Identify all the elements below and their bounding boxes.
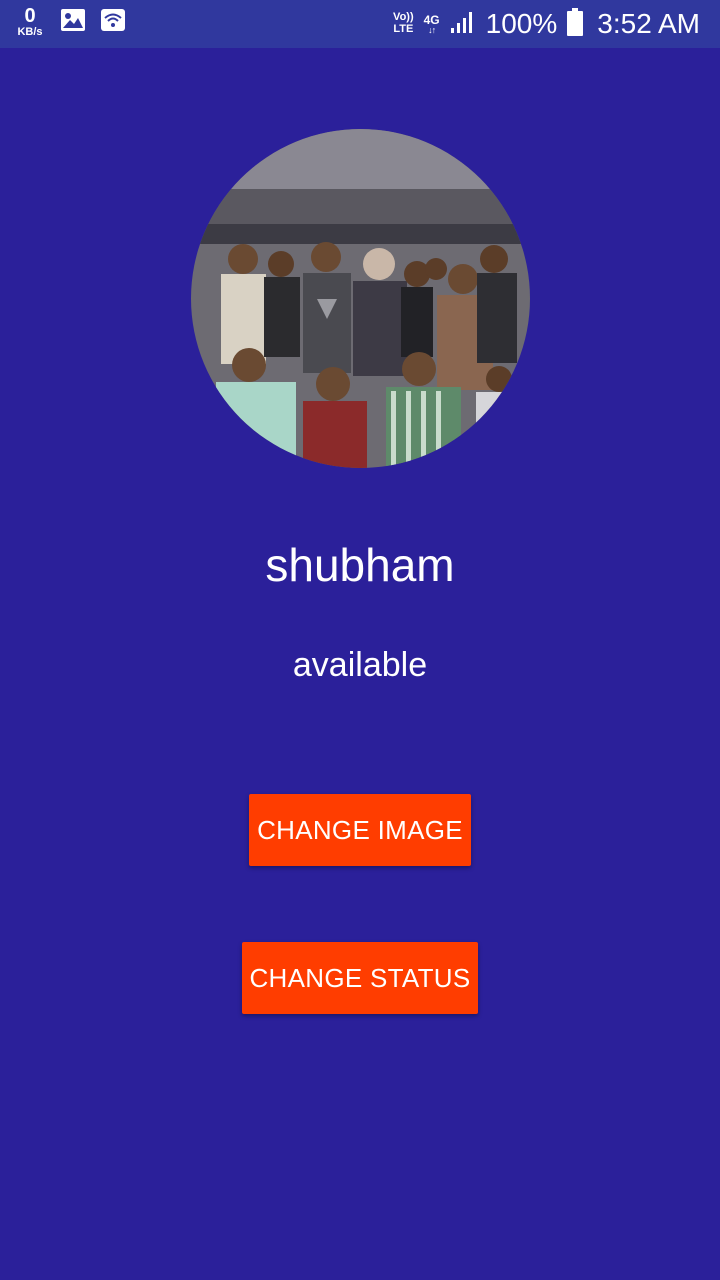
- settings-screen: 0 KB/s Vo)) LTE 4G ↓↑ 100% 3:52 AM shubh…: [0, 0, 720, 1280]
- battery-icon: [567, 7, 584, 41]
- status-bar-left: 0 KB/s: [14, 6, 126, 38]
- status-bar: 0 KB/s Vo)) LTE 4G ↓↑ 100% 3:52 AM: [0, 0, 720, 48]
- volte-bottom-label: LTE: [393, 23, 414, 35]
- wifi-hotspot-icon: [100, 8, 126, 37]
- battery-percent: 100%: [485, 8, 558, 39]
- network-type-indicator: 4G ↓↑: [424, 14, 440, 35]
- profile-avatar: [191, 129, 530, 468]
- change-image-button[interactable]: CHANGE IMAGE: [249, 794, 471, 866]
- network-speed-indicator: 0 KB/s: [14, 6, 46, 38]
- volte-indicator: Vo)) LTE: [393, 12, 414, 35]
- network-type-label: 4G: [423, 12, 440, 27]
- network-arrows: ↓↑: [428, 24, 436, 35]
- signal-icon: [450, 10, 476, 39]
- gallery-icon: [60, 8, 86, 37]
- profile-name: shubham: [265, 539, 455, 591]
- change-status-button[interactable]: CHANGE STATUS: [242, 942, 478, 1014]
- group-photo-avatar: [191, 129, 530, 468]
- network-speed-unit: KB/s: [17, 26, 43, 38]
- status-bar-clock: 3:52 AM: [597, 8, 700, 39]
- status-bar-right: Vo)) LTE 4G ↓↑ 100% 3:52 AM: [393, 0, 700, 48]
- network-speed-value: 0: [24, 5, 36, 27]
- profile-status: available: [292, 646, 428, 684]
